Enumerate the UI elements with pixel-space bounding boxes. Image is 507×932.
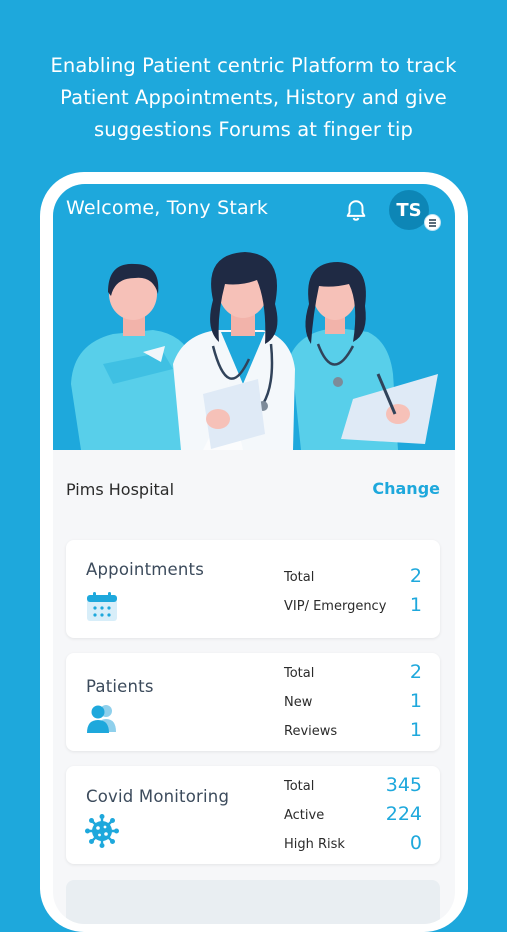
patients-total-label: Total xyxy=(284,666,315,681)
hospital-name: Pims Hospital xyxy=(66,480,175,499)
users-icon xyxy=(87,705,116,733)
covid-total-value: 345 xyxy=(385,774,422,796)
hospital-selector: Pims Hospital Change xyxy=(53,450,455,520)
bell-icon[interactable] xyxy=(343,198,369,224)
next-card-partial[interactable] xyxy=(66,880,440,924)
virus-icon xyxy=(85,814,119,848)
promo-line-1: Enabling Patient centric Platform to tra… xyxy=(50,54,457,77)
covid-highrisk-value: 0 xyxy=(409,832,422,854)
appointments-vip-label: VIP/ Emergency xyxy=(284,599,387,614)
patients-new-value: 1 xyxy=(409,690,422,712)
covid-total-label: Total xyxy=(284,779,315,794)
avatar-initials: TS xyxy=(396,199,422,221)
appointments-total-label: Total xyxy=(284,570,315,585)
app-screen: Welcome, Tony Stark TS Pims Hospital Cha… xyxy=(53,184,455,924)
covid-card[interactable]: Covid Monitoring Total 345 Active 224 Hi… xyxy=(66,766,440,864)
calendar-icon xyxy=(87,592,117,621)
promo-line-2: Patient Appointments, History and give xyxy=(60,86,447,109)
covid-title: Covid Monitoring xyxy=(86,787,230,806)
welcome-text: Welcome, Tony Stark xyxy=(66,197,269,219)
appointments-title: Appointments xyxy=(86,560,204,579)
covid-highrisk-label: High Risk xyxy=(284,837,345,852)
avatar[interactable]: TS xyxy=(389,190,429,230)
appointments-card[interactable]: Appointments Total 2 VIP/ Emergency 1 xyxy=(66,540,440,638)
appointments-vip-value: 1 xyxy=(409,594,422,616)
covid-active-label: Active xyxy=(284,808,325,823)
promo-tagline: Enabling Patient centric Platform to tra… xyxy=(0,50,507,146)
hero-banner: Welcome, Tony Stark TS xyxy=(53,184,455,450)
doctors-illustration xyxy=(71,252,438,450)
menu-icon[interactable] xyxy=(424,214,441,231)
promo-line-3: suggestions Forums at finger tip xyxy=(94,118,413,141)
patients-reviews-label: Reviews xyxy=(284,724,338,739)
covid-active-value: 224 xyxy=(385,803,422,825)
doctor-right xyxy=(291,262,438,450)
patients-total-value: 2 xyxy=(409,661,422,683)
patients-title: Patients xyxy=(86,677,154,696)
patients-new-label: New xyxy=(284,695,313,710)
doctor-center xyxy=(173,252,295,450)
change-hospital-button[interactable]: Change xyxy=(372,479,440,498)
patients-card[interactable]: Patients Total 2 New 1 Reviews 1 xyxy=(66,653,440,751)
patients-reviews-value: 1 xyxy=(409,719,422,741)
phone-frame: Welcome, Tony Stark TS Pims Hospital Cha… xyxy=(40,172,468,932)
appointments-total-value: 2 xyxy=(409,565,422,587)
